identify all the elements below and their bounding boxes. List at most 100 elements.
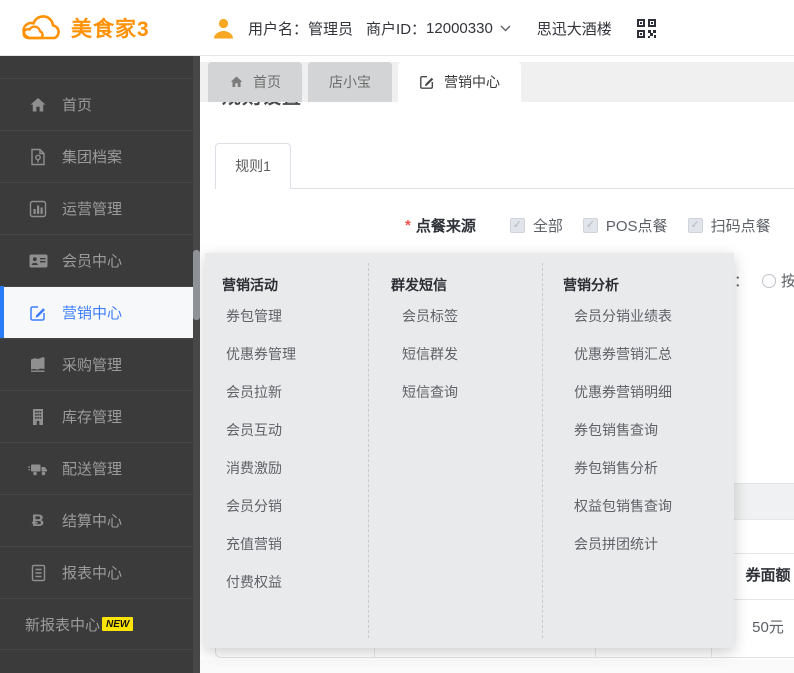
checkbox-scan-order[interactable]: ✓ 扫码点餐 bbox=[687, 215, 771, 236]
sidebar-item-label: 运营管理 bbox=[62, 201, 123, 218]
tab-home[interactable]: 首页 bbox=[208, 62, 302, 102]
archive-icon bbox=[28, 148, 48, 166]
user-avatar-icon bbox=[212, 17, 235, 40]
username-value: 管理员 bbox=[308, 20, 354, 38]
sidebar-item-purchase[interactable]: 采购管理 bbox=[0, 338, 200, 390]
sidebar-item-home[interactable]: 首页 bbox=[0, 78, 200, 130]
label-colon-fragment: ： bbox=[734, 273, 750, 290]
radio-label-fragment: 按 bbox=[781, 273, 794, 290]
menu-column-marketing-activities: 营销活动 券包管理 优惠券管理 会员拉新 会员互动 消费激励 会员分销 充值营销… bbox=[205, 263, 368, 638]
sidebar-item-inventory[interactable]: 库存管理 bbox=[0, 390, 200, 442]
checkbox-checked-icon: ✓ bbox=[582, 218, 598, 233]
menu-item-consumption-incentive[interactable]: 消费激励 bbox=[205, 449, 368, 487]
chevron-down-icon[interactable] bbox=[500, 25, 511, 32]
merchant-selector[interactable]: 商户ID： 12000330 bbox=[366, 18, 511, 39]
menu-item-member-interaction[interactable]: 会员互动 bbox=[205, 411, 368, 449]
username-label: 用户名： bbox=[248, 20, 309, 38]
menu-column-marketing-analysis: 营销分析 会员分销业绩表 优惠券营销汇总 优惠券营销明细 券包销售查询 券包销售… bbox=[542, 263, 734, 638]
app-logo: 美食家3 bbox=[18, 0, 150, 56]
sidebar-item-label: 报表中心 bbox=[62, 565, 123, 582]
sidebar-item-settlement[interactable]: Ƀ 结算中心 bbox=[0, 494, 200, 546]
sidebar-item-group-archive[interactable]: 集团档案 bbox=[0, 130, 200, 182]
cloud-logo-icon bbox=[18, 12, 64, 44]
topbar: 美食家3 用户名： 管理员 商户ID： 12000330 思迅大酒楼 bbox=[0, 0, 794, 56]
purchase-book-icon bbox=[28, 356, 48, 373]
members-icon bbox=[28, 253, 48, 269]
marketing-edit-icon bbox=[28, 304, 48, 322]
sidebar-item-label: 采购管理 bbox=[62, 357, 123, 374]
sidebar-item-operations[interactable]: 运营管理 bbox=[0, 182, 200, 234]
rule-tabs-divider bbox=[215, 188, 794, 189]
merchant-id-label: 商户ID： bbox=[366, 20, 427, 38]
menu-item-benefit-package-sales-query[interactable]: 权益包销售查询 bbox=[543, 487, 734, 525]
settlement-bitcoin-icon: Ƀ bbox=[31, 511, 45, 530]
rule-tab-1[interactable]: 规则1 bbox=[215, 143, 291, 189]
checkbox-checked-icon: ✓ bbox=[687, 218, 703, 233]
menu-item-member-acquisition[interactable]: 会员拉新 bbox=[205, 373, 368, 411]
marketing-mega-menu: 营销活动 券包管理 优惠券管理 会员拉新 会员互动 消费激励 会员分销 充值营销… bbox=[205, 253, 734, 648]
tab-label: 营销中心 bbox=[444, 74, 500, 90]
menu-item-member-tags[interactable]: 会员标签 bbox=[369, 297, 542, 335]
checkbox-all[interactable]: ✓ 全部 bbox=[509, 215, 563, 236]
sidebar-scrollbar-track bbox=[193, 56, 200, 673]
checkbox-checked-icon: ✓ bbox=[509, 218, 525, 233]
menu-item-coupon-package-sales-query[interactable]: 券包销售查询 bbox=[543, 411, 734, 449]
sidebar-item-label: 新报表中心 bbox=[25, 616, 101, 634]
report-file-icon bbox=[28, 564, 48, 582]
home-icon bbox=[229, 75, 244, 89]
order-source-label: 点餐来源 bbox=[415, 218, 476, 235]
menu-item-member-distribution-report[interactable]: 会员分销业绩表 bbox=[543, 297, 734, 335]
inventory-building-icon bbox=[28, 408, 48, 426]
tab-marketing-center[interactable]: 营销中心 bbox=[398, 62, 521, 102]
logo-text: 美食家3 bbox=[71, 18, 150, 41]
menu-column-title: 营销活动 bbox=[222, 277, 278, 293]
page-bottom-strip bbox=[200, 660, 794, 673]
menu-column-title: 群发短信 bbox=[391, 277, 447, 293]
menu-item-coupon-marketing-detail[interactable]: 优惠券营销明细 bbox=[543, 373, 734, 411]
radio-option-fragment: ： 按 bbox=[734, 270, 794, 291]
sidebar-item-label: 结算中心 bbox=[62, 513, 123, 530]
menu-column-title: 营销分析 bbox=[563, 277, 619, 293]
sidebar-item-new-reports[interactable]: 新报表中心 NEW bbox=[0, 598, 200, 650]
sidebar-item-label: 集团档案 bbox=[62, 149, 123, 166]
home-icon bbox=[28, 96, 48, 114]
sidebar-item-label: 会员中心 bbox=[62, 253, 123, 270]
menu-item-coupon-mgmt[interactable]: 优惠券管理 bbox=[205, 335, 368, 373]
store-name: 思迅大酒楼 bbox=[536, 20, 612, 38]
menu-item-recharge-marketing[interactable]: 充值营销 bbox=[205, 525, 368, 563]
sidebar-scrollbar-thumb[interactable] bbox=[193, 250, 200, 320]
menu-item-coupon-marketing-summary[interactable]: 优惠券营销汇总 bbox=[543, 335, 734, 373]
menu-item-member-groupbuy-stats[interactable]: 会员拼团统计 bbox=[543, 525, 734, 563]
clipped-heading: 规则设置 bbox=[222, 102, 314, 115]
delivery-truck-icon bbox=[28, 461, 48, 477]
sidebar-item-members[interactable]: 会员中心 bbox=[0, 234, 200, 286]
sidebar-item-label: 配送管理 bbox=[62, 461, 123, 478]
tab-dianxiaobao[interactable]: 店小宝 bbox=[308, 62, 392, 102]
menu-item-sms-bulk-send[interactable]: 短信群发 bbox=[369, 335, 542, 373]
checkbox-pos-order[interactable]: ✓ POS点餐 bbox=[582, 215, 668, 236]
user-bar: 用户名： 管理员 商户ID： 12000330 思迅大酒楼 bbox=[212, 0, 657, 56]
sidebar-menu: 首页 集团档案 运营管理 会员中心 营销中心 采购管理 库存管理 配送管理 Ƀ … bbox=[0, 78, 200, 650]
tab-label: 首页 bbox=[253, 74, 281, 90]
menu-item-member-distribution[interactable]: 会员分销 bbox=[205, 487, 368, 525]
tab-strip: 首页 店小宝 营销中心 bbox=[200, 56, 794, 102]
tab-label: 店小宝 bbox=[329, 74, 371, 90]
sidebar-item-label: 营销中心 bbox=[62, 305, 123, 322]
sidebar: 首页 集团档案 运营管理 会员中心 营销中心 采购管理 库存管理 配送管理 Ƀ … bbox=[0, 56, 200, 673]
sidebar-item-marketing[interactable]: 营销中心 bbox=[0, 286, 200, 338]
content-area: 规则设置 规则1 * 点餐来源 ✓ 全部 ✓ POS点餐 ✓ 扫码点餐 bbox=[200, 102, 794, 673]
new-badge: NEW bbox=[102, 617, 134, 631]
app-window: 美食家3 用户名： 管理员 商户ID： 12000330 思迅大酒楼 首页 集团… bbox=[0, 0, 794, 673]
menu-item-coupon-package-mgmt[interactable]: 券包管理 bbox=[205, 297, 368, 335]
menu-item-coupon-package-sales-analysis[interactable]: 券包销售分析 bbox=[543, 449, 734, 487]
sidebar-item-label: 库存管理 bbox=[62, 409, 123, 426]
edit-icon bbox=[419, 74, 435, 90]
radio-button-icon[interactable] bbox=[762, 273, 777, 288]
chart-icon bbox=[28, 200, 48, 218]
qr-code-icon[interactable] bbox=[636, 18, 657, 39]
required-asterisk: * bbox=[405, 217, 411, 234]
sidebar-item-reports[interactable]: 报表中心 bbox=[0, 546, 200, 598]
sidebar-item-delivery[interactable]: 配送管理 bbox=[0, 442, 200, 494]
menu-item-sms-query[interactable]: 短信查询 bbox=[369, 373, 542, 411]
menu-item-paid-benefits[interactable]: 付费权益 bbox=[205, 563, 368, 601]
